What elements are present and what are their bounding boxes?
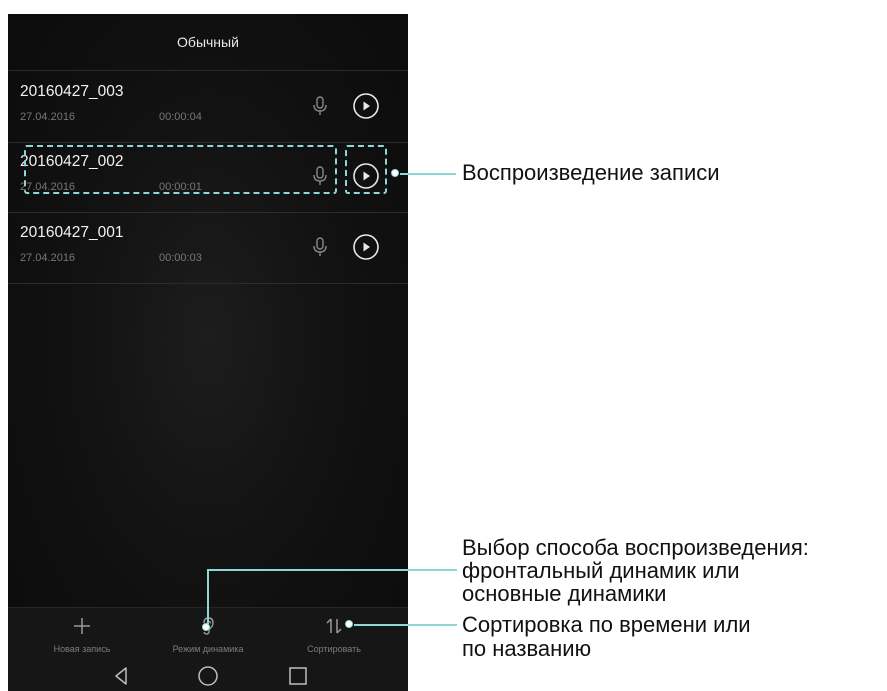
recording-name: 20160427_003 (20, 83, 124, 100)
sort-annotation-line1: Сортировка по времени или (462, 612, 751, 637)
recording-item[interactable]: 20160427_003 27.04.2016 00:00:04 (8, 70, 408, 143)
recording-date: 27.04.2016 (20, 111, 76, 123)
recording-duration: 00:00:04 (159, 111, 202, 123)
play-icon[interactable] (352, 233, 380, 261)
recents-square-icon[interactable] (286, 664, 310, 688)
page-title: Обычный (177, 34, 239, 50)
speaker-annotation-line1: Выбор способа воспроизведения: (462, 535, 809, 560)
microphone-icon[interactable] (308, 94, 332, 118)
speaker-callout-vline (207, 569, 209, 624)
recording-item[interactable]: 20160427_001 27.04.2016 00:00:03 (8, 212, 408, 284)
sort-label: Сортировать (307, 644, 361, 654)
new-recording-label: Новая запись (53, 644, 111, 654)
sort-arrows-icon (326, 618, 342, 634)
highlight-recording-info (24, 145, 337, 194)
microphone-icon[interactable] (308, 235, 332, 259)
sort-callout-dot (345, 620, 353, 628)
recording-name: 20160427_001 (20, 224, 124, 241)
playback-callout-line (400, 173, 456, 175)
speaker-annotation-line2: фронтальный динамик или (462, 558, 740, 583)
playback-callout-dot (391, 169, 399, 177)
sort-callout-line (354, 624, 457, 626)
sort-annotation-line2: по названию (462, 636, 592, 661)
home-circle-icon[interactable] (196, 664, 220, 688)
play-icon[interactable] (352, 92, 380, 120)
recording-duration: 00:00:03 (159, 252, 202, 264)
highlight-play-button (345, 145, 387, 194)
speaker-mode-label: Режим динамика (172, 644, 244, 654)
recording-date: 27.04.2016 (20, 252, 76, 264)
sort-button[interactable]: Сортировать (284, 614, 384, 654)
system-nav-bar (8, 661, 408, 691)
plus-icon (74, 618, 90, 634)
new-recording-button[interactable]: Новая запись (32, 614, 132, 654)
back-triangle-icon[interactable] (109, 664, 133, 688)
playback-annotation: Воспроизведение записи (462, 160, 720, 185)
speaker-annotation-line3: основные динамики (462, 581, 667, 606)
speaker-callout-line (207, 569, 457, 571)
speaker-callout-dot (202, 623, 210, 631)
